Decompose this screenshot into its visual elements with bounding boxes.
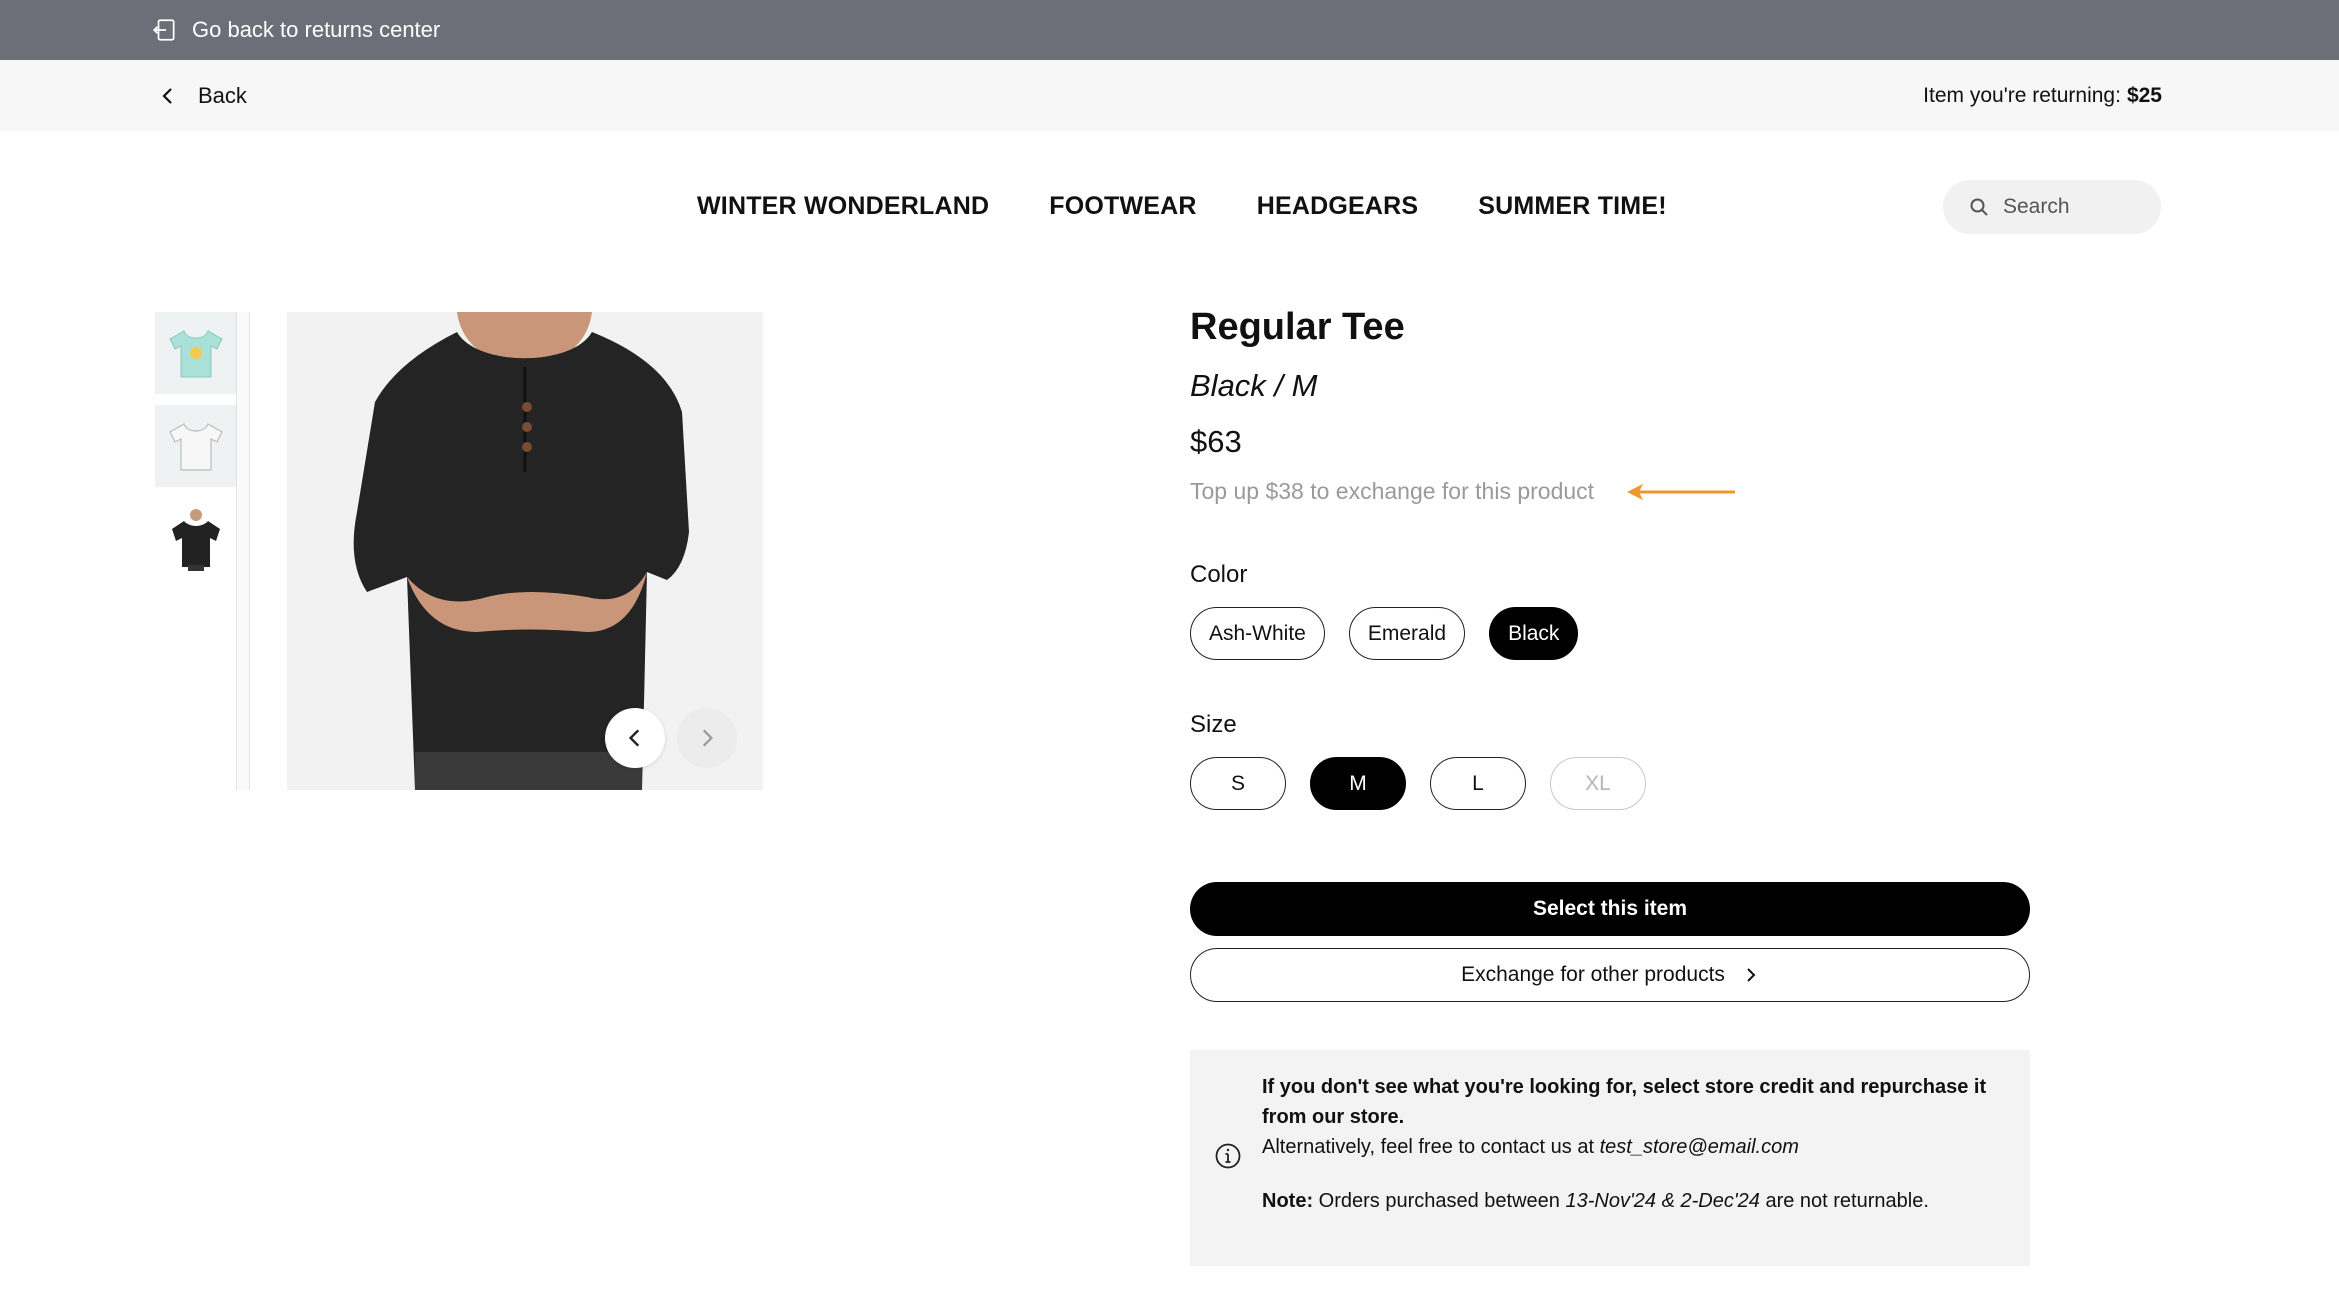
info-icon (1215, 1143, 1241, 1169)
color-option-emerald[interactable]: Emerald (1348, 607, 1466, 660)
thumbnail-mint-tshirt[interactable] (155, 312, 237, 394)
notice-contact: Alternatively, feel free to contact us a… (1262, 1132, 2002, 1162)
exchange-other-products-button[interactable]: Exchange for other products (1190, 948, 2030, 1002)
product-variant: Black / M (1190, 368, 1318, 403)
notice-text: If you don't see what you're looking for… (1262, 1072, 2002, 1216)
white-tshirt-icon (169, 423, 223, 471)
search-box[interactable] (1943, 180, 2161, 234)
go-back-label: Go back to returns center (192, 17, 441, 42)
chevron-right-icon (1747, 968, 1756, 982)
arrow-left-icon (1627, 484, 1735, 500)
thumbnail-list (155, 312, 237, 591)
color-label: Color (1190, 561, 1248, 588)
top-bar: Go back to returns center (0, 0, 2339, 60)
select-item-button[interactable]: Select this item (1190, 882, 2030, 936)
black-henley-icon (172, 509, 220, 571)
nav-item-summer-time[interactable]: SUMMER TIME! (1478, 192, 1667, 221)
note-dates: 13-Nov'24 & 2-Dec'24 (1565, 1190, 1760, 1212)
product-title: Regular Tee (1190, 306, 1405, 348)
note-prefix: Orders purchased between (1318, 1190, 1560, 1212)
color-options: Ash-White Emerald Black (1190, 607, 1579, 660)
notice-note: Note: Orders purchased between 13-Nov'24… (1262, 1186, 2002, 1216)
thumbnail-scrollbar[interactable] (236, 312, 250, 790)
size-option-m[interactable]: M (1310, 757, 1406, 810)
color-option-ash-white[interactable]: Ash-White (1190, 607, 1325, 660)
back-label: Back (198, 83, 247, 108)
go-back-to-returns-link[interactable]: Go back to returns center (152, 14, 440, 46)
size-option-xl[interactable]: XL (1550, 757, 1646, 810)
nav-item-winter-wonderland[interactable]: WINTER WONDERLAND (697, 192, 989, 221)
image-prev-button[interactable] (605, 708, 665, 768)
returning-label: Item you're returning: (1923, 84, 2121, 107)
contact-prefix: Alternatively, feel free to contact us a… (1262, 1136, 1595, 1158)
size-label: Size (1190, 711, 1237, 738)
search-input[interactable] (2003, 195, 2143, 219)
size-option-s[interactable]: S (1190, 757, 1286, 810)
returning-item-summary: Item you're returning: $25 (1923, 78, 2162, 114)
size-option-l[interactable]: L (1430, 757, 1526, 810)
chevron-left-icon (162, 88, 172, 104)
returning-value: $25 (2126, 84, 2162, 107)
store-credit-notice: If you don't see what you're looking for… (1190, 1050, 2030, 1266)
category-nav: WINTER WONDERLAND FOOTWEAR HEADGEARS SUM… (697, 186, 1667, 226)
exchange-label: Exchange for other products (1461, 963, 1725, 986)
nav-item-footwear[interactable]: FOOTWEAR (1049, 192, 1196, 221)
chevron-left-icon (628, 729, 640, 747)
note-suffix: are not returnable. (1765, 1190, 1929, 1212)
color-option-black[interactable]: Black (1489, 607, 1579, 660)
product-price: $63 (1190, 424, 1242, 459)
mint-tshirt-icon (169, 330, 223, 378)
notice-headline: If you don't see what you're looking for… (1262, 1076, 1987, 1128)
sub-bar: Back Item you're returning: $25 (0, 60, 2339, 131)
nav-item-headgears[interactable]: HEADGEARS (1257, 192, 1419, 221)
image-next-button[interactable] (677, 708, 737, 768)
search-icon (1970, 198, 1988, 216)
back-button[interactable]: Back (158, 78, 247, 114)
exit-icon (152, 19, 175, 41)
note-label: Note: (1262, 1190, 1314, 1212)
chevron-right-icon (702, 729, 713, 747)
size-options: S M L XL (1190, 757, 1646, 810)
contact-email[interactable]: test_store@email.com (1600, 1136, 1799, 1158)
thumbnail-black-henley-tee[interactable] (155, 498, 237, 580)
thumbnail-white-tshirt[interactable] (155, 405, 237, 487)
topup-note: Top up $38 to exchange for this product (1190, 478, 1595, 504)
